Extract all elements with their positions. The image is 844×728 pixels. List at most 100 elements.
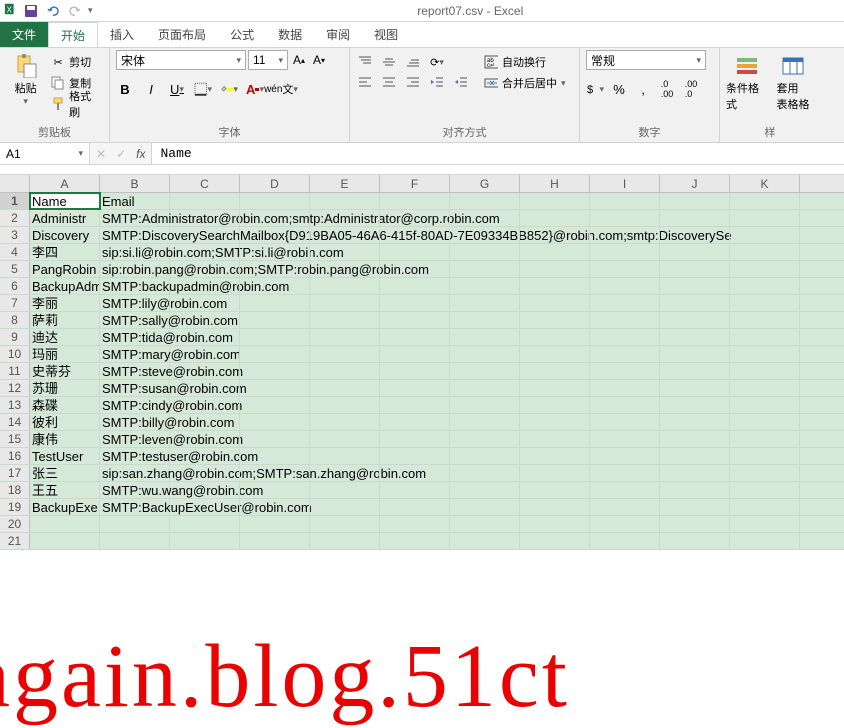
cell[interactable]: 李丽 xyxy=(30,295,100,311)
cell[interactable] xyxy=(450,499,520,515)
cell[interactable] xyxy=(240,329,310,345)
cell[interactable] xyxy=(660,363,730,379)
cell[interactable]: 迪达 xyxy=(30,329,100,345)
cell[interactable]: BackupExe xyxy=(30,499,100,515)
phonetic-button[interactable]: wén文▾ xyxy=(272,80,290,98)
cell[interactable] xyxy=(450,431,520,447)
cell[interactable] xyxy=(380,210,450,226)
cell[interactable]: Administr xyxy=(30,210,100,226)
cell[interactable] xyxy=(100,533,170,549)
cell[interactable] xyxy=(240,397,310,413)
font-color-button[interactable]: A▾ xyxy=(246,80,264,98)
cell[interactable] xyxy=(240,499,310,515)
formula-bar-input[interactable]: Name xyxy=(152,143,844,164)
cell[interactable] xyxy=(660,397,730,413)
cell[interactable] xyxy=(520,414,590,430)
cell[interactable] xyxy=(380,431,450,447)
cell[interactable] xyxy=(660,329,730,345)
cell[interactable] xyxy=(660,227,730,243)
conditional-format-button[interactable]: 条件格式 xyxy=(726,50,768,112)
cell[interactable] xyxy=(450,533,520,549)
cell[interactable] xyxy=(240,261,310,277)
cell[interactable] xyxy=(730,533,800,549)
cell[interactable] xyxy=(170,516,240,532)
cut-button[interactable]: ✂ 剪切 xyxy=(49,52,103,72)
cell[interactable] xyxy=(170,346,240,362)
increase-indent-icon[interactable] xyxy=(452,74,470,90)
tab-insert[interactable]: 插入 xyxy=(98,22,146,47)
cell[interactable] xyxy=(170,533,240,549)
cell[interactable]: 李四 xyxy=(30,244,100,260)
row-header[interactable]: 18 xyxy=(0,482,30,498)
align-left-icon[interactable] xyxy=(356,74,374,90)
column-header[interactable]: B xyxy=(100,175,170,192)
cell[interactable] xyxy=(730,244,800,260)
cell[interactable] xyxy=(730,312,800,328)
cell[interactable] xyxy=(310,499,380,515)
cell[interactable] xyxy=(590,210,660,226)
tab-review[interactable]: 审阅 xyxy=(314,22,362,47)
cell[interactable] xyxy=(520,431,590,447)
cell[interactable] xyxy=(310,295,380,311)
cell[interactable] xyxy=(380,397,450,413)
row-header[interactable]: 7 xyxy=(0,295,30,311)
cell[interactable] xyxy=(520,193,590,209)
cell[interactable] xyxy=(240,482,310,498)
cell[interactable] xyxy=(240,414,310,430)
save-icon[interactable] xyxy=(22,2,40,20)
cell[interactable] xyxy=(450,363,520,379)
cell[interactable] xyxy=(380,227,450,243)
cell[interactable] xyxy=(30,533,100,549)
cell[interactable] xyxy=(590,295,660,311)
cell[interactable] xyxy=(730,278,800,294)
cell[interactable]: SMTP:wu.wang@robin.com xyxy=(100,482,170,498)
row-header[interactable]: 19 xyxy=(0,499,30,515)
cell[interactable] xyxy=(170,363,240,379)
cell[interactable] xyxy=(520,278,590,294)
cell[interactable] xyxy=(310,380,380,396)
cell[interactable] xyxy=(730,261,800,277)
select-all-corner[interactable] xyxy=(0,175,30,192)
cell[interactable] xyxy=(730,414,800,430)
cell[interactable] xyxy=(520,261,590,277)
tab-home[interactable]: 开始 xyxy=(48,22,98,47)
column-header[interactable]: G xyxy=(450,175,520,192)
cell[interactable] xyxy=(170,295,240,311)
cell[interactable] xyxy=(240,346,310,362)
cell[interactable] xyxy=(240,448,310,464)
number-format-select[interactable]: 常规 ▾ xyxy=(586,50,706,70)
cell[interactable]: SMTP:DiscoverySearchMailbox{D919BA05-46A… xyxy=(100,227,170,243)
column-header[interactable]: I xyxy=(590,175,660,192)
cell[interactable] xyxy=(380,533,450,549)
italic-button[interactable]: I xyxy=(142,80,160,98)
cell[interactable] xyxy=(310,278,380,294)
cell[interactable] xyxy=(380,499,450,515)
cell[interactable] xyxy=(240,244,310,260)
cell[interactable] xyxy=(170,261,240,277)
cell[interactable] xyxy=(240,227,310,243)
cell[interactable]: 彼利 xyxy=(30,414,100,430)
cell[interactable]: SMTP:tida@robin.com xyxy=(100,329,170,345)
cell[interactable] xyxy=(380,244,450,260)
fx-icon[interactable]: fx xyxy=(136,147,145,161)
cell[interactable] xyxy=(730,363,800,379)
align-bottom-icon[interactable] xyxy=(404,54,422,70)
cell[interactable] xyxy=(170,227,240,243)
tab-file[interactable]: 文件 xyxy=(0,22,48,47)
cell[interactable] xyxy=(660,533,730,549)
cell[interactable] xyxy=(170,482,240,498)
cell[interactable] xyxy=(240,431,310,447)
cell[interactable] xyxy=(310,193,380,209)
cell[interactable] xyxy=(660,261,730,277)
cell[interactable] xyxy=(590,346,660,362)
cell[interactable] xyxy=(660,210,730,226)
cell[interactable] xyxy=(730,380,800,396)
cell[interactable] xyxy=(590,414,660,430)
cell[interactable] xyxy=(520,465,590,481)
cell[interactable]: SMTP:backupadmin@robin.com xyxy=(100,278,170,294)
cell[interactable] xyxy=(730,397,800,413)
row-header[interactable]: 14 xyxy=(0,414,30,430)
cell[interactable] xyxy=(590,499,660,515)
column-header[interactable]: A xyxy=(30,175,100,192)
cell[interactable] xyxy=(450,295,520,311)
